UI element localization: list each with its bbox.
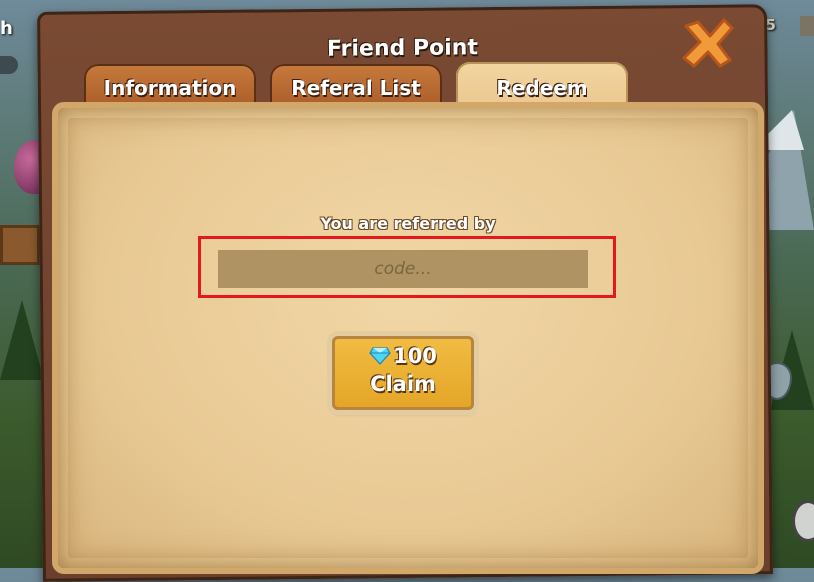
tab-referal-list[interactable]: Referal List xyxy=(270,64,442,112)
diamond-gem-icon xyxy=(369,347,391,365)
close-button[interactable] xyxy=(680,18,736,68)
hud-top-left-text: h xyxy=(0,18,13,39)
close-x-icon xyxy=(682,18,734,68)
round-button-icon xyxy=(792,500,814,542)
claim-button[interactable]: 100 Claim xyxy=(332,336,474,410)
reward-amount: 100 xyxy=(393,344,437,368)
tab-information[interactable]: Information xyxy=(84,64,256,112)
hud-left-pill xyxy=(0,56,18,74)
referred-by-label: You are referred by xyxy=(320,214,496,233)
claim-reward-row: 100 xyxy=(332,344,474,368)
background-tree xyxy=(0,300,44,380)
wooden-crate-icon xyxy=(0,225,40,265)
hud-right-bar xyxy=(800,16,814,36)
tab-redeem[interactable]: Redeem xyxy=(456,62,628,114)
tab-bar: Information Referal List Redeem xyxy=(84,62,644,114)
referral-code-input[interactable] xyxy=(218,250,588,288)
window-title: Friend Point xyxy=(326,35,479,62)
claim-button-label: Claim xyxy=(370,372,436,396)
